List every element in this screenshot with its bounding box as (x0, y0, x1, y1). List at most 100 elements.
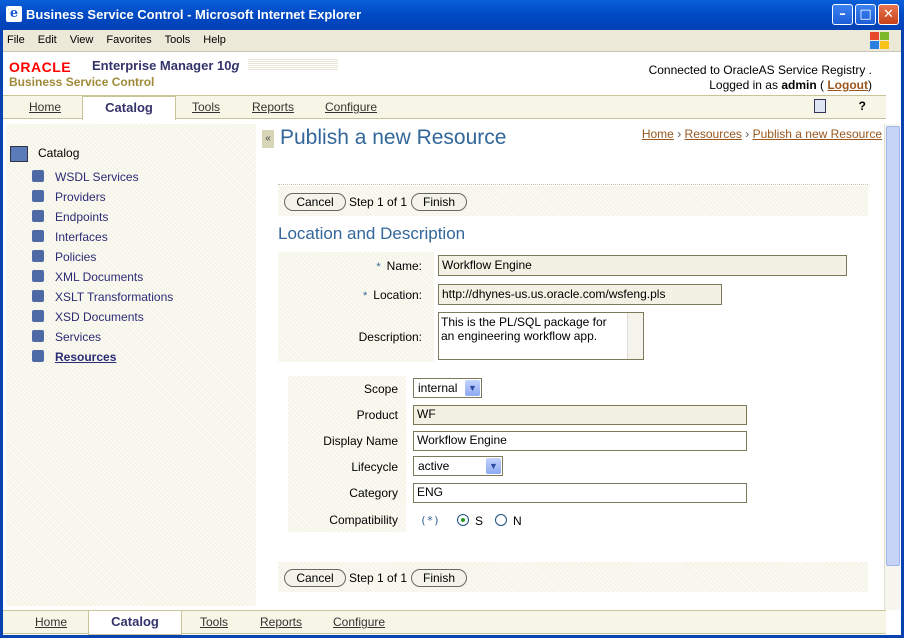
sidebar-item-xslt-transformations[interactable]: XSLT Transformations (32, 290, 173, 304)
bottom-tab-reports[interactable]: Reports (260, 615, 302, 629)
close-button[interactable]: ✕ (878, 4, 899, 25)
name-field[interactable]: Workflow Engine (438, 255, 847, 276)
bottom-tab-configure[interactable]: Configure (333, 615, 385, 629)
app-header: ORACLE Enterprise Manager 10g Business S… (2, 53, 886, 93)
bottom-tab-catalog[interactable]: Catalog (88, 611, 182, 635)
ie-icon: e (6, 6, 22, 22)
menu-help[interactable]: Help (196, 30, 232, 46)
compatibility-s-label: S (475, 514, 484, 528)
location-field[interactable]: http://dhynes-us.us.oracle.com/wsfeng.pl… (438, 284, 722, 305)
sidebar-item-interfaces[interactable]: Interfaces (32, 230, 108, 244)
sidebar-item-wsdl-services[interactable]: WSDL Services (32, 170, 139, 184)
preferences-icon[interactable] (814, 99, 826, 113)
display-name-field[interactable]: Workflow Engine (413, 431, 747, 451)
breadcrumb-home[interactable]: Home (642, 127, 674, 141)
description-textarea[interactable]: This is the PL/SQL package for an engine… (438, 312, 644, 360)
label-panel-attributes (288, 376, 406, 532)
chevron-down-icon: ▼ (465, 380, 480, 396)
sidebar-item-resources[interactable]: Resources (32, 350, 116, 364)
sidebar-root-catalog[interactable]: Catalog (10, 146, 79, 162)
sidebar-item-policies[interactable]: Policies (32, 250, 96, 264)
lifecycle-select[interactable]: active ▼ (413, 456, 503, 476)
sidebar-item-endpoints[interactable]: Endpoints (32, 210, 108, 224)
window-titlebar: e Business Service Control - Microsoft I… (0, 0, 904, 30)
sidebar-item-xsd-documents[interactable]: XSD Documents (32, 310, 144, 324)
catalog-icon (10, 146, 28, 162)
divider (278, 184, 868, 185)
people-icon (32, 190, 44, 202)
step-bar-top: Cancel Step 1 of 1 Finish (278, 186, 868, 216)
scrollbar-thumb[interactable] (886, 126, 900, 566)
scope-select[interactable]: internal ▼ (413, 378, 482, 398)
product-field[interactable]: WF (413, 405, 747, 425)
gear-icon (32, 170, 44, 182)
help-icon[interactable]: ? (859, 99, 866, 113)
section-heading: Location and Description (278, 224, 466, 243)
logout-link[interactable]: Logout (827, 78, 868, 92)
tab-catalog[interactable]: Catalog (82, 96, 176, 120)
bottom-tab-home[interactable]: Home (35, 615, 67, 629)
xml-document-icon (32, 270, 44, 282)
bottom-tab-tools[interactable]: Tools (200, 615, 228, 629)
top-tab-bar: Home Catalog Tools Reports Configure ? (2, 95, 886, 120)
maximize-button[interactable]: □ (855, 4, 876, 25)
policy-icon (32, 250, 44, 262)
step-indicator-bottom: Step 1 of 1 (349, 571, 408, 585)
compatibility-label: Compatibility (329, 513, 398, 527)
category-field[interactable]: ENG (413, 483, 747, 503)
step-indicator: Step 1 of 1 (349, 195, 408, 209)
resource-icon (32, 350, 44, 362)
main-content: « Publish a new Resource Home › Resource… (262, 124, 882, 608)
page-scrollbar[interactable] (884, 124, 900, 610)
breadcrumb-resources[interactable]: Resources (685, 127, 742, 141)
textarea-scrollbar[interactable] (627, 313, 643, 359)
menu-bar: File Edit View Favorites Tools Help (0, 30, 904, 52)
scope-label: Scope (363, 382, 398, 396)
page-title: Publish a new Resource (280, 126, 507, 149)
collapse-sidebar-button[interactable]: « (262, 130, 274, 148)
menu-favorites[interactable]: Favorites (99, 30, 157, 46)
header-stripes (248, 59, 338, 71)
cancel-button[interactable]: Cancel (284, 193, 346, 211)
tab-reports[interactable]: Reports (252, 100, 294, 114)
category-label: Category (349, 486, 398, 500)
sidebar-item-xml-documents[interactable]: XML Documents (32, 270, 143, 284)
cancel-button-bottom[interactable]: Cancel (284, 569, 346, 587)
required-marker: (*) (420, 514, 440, 527)
logged-in-status: Logged in as admin ( Logout) (709, 78, 872, 92)
xsd-document-icon (32, 310, 44, 322)
bottom-tab-bar: Home Catalog Tools Reports Configure (2, 610, 886, 635)
step-bar-bottom: Cancel Step 1 of 1 Finish (278, 562, 868, 592)
chevron-down-icon: ▼ (486, 458, 501, 474)
finish-button[interactable]: Finish (411, 193, 467, 211)
connection-status: Connected to OracleAS Service Registry . (648, 63, 872, 77)
required-icon: * (376, 261, 381, 273)
menu-view[interactable]: View (63, 30, 100, 46)
gear-icon (32, 330, 44, 342)
tab-home[interactable]: Home (29, 100, 61, 114)
menu-file[interactable]: File (0, 30, 31, 46)
finish-button-bottom[interactable]: Finish (411, 569, 467, 587)
description-label: Description: (358, 330, 422, 344)
compatibility-n-radio[interactable] (495, 514, 507, 526)
required-icon: * (363, 290, 368, 302)
display-name-label: Display Name (323, 434, 398, 448)
tab-tools[interactable]: Tools (192, 100, 220, 114)
sidebar-item-services[interactable]: Services (32, 330, 101, 344)
xslt-icon (32, 290, 44, 302)
product-label: Product (356, 408, 398, 422)
sidebar-item-providers[interactable]: Providers (32, 190, 106, 204)
minimize-button[interactable]: – (832, 4, 853, 25)
menu-tools[interactable]: Tools (158, 30, 197, 46)
menu-edit[interactable]: Edit (31, 30, 63, 46)
breadcrumb-publish[interactable]: Publish a new Resource (753, 127, 882, 141)
tab-configure[interactable]: Configure (325, 100, 377, 114)
interface-icon (32, 230, 44, 242)
oracle-logo: ORACLE (9, 59, 72, 75)
name-label: * Name: (376, 259, 422, 273)
window-title: Business Service Control - Microsoft Int… (26, 7, 362, 22)
endpoint-icon (32, 210, 44, 222)
breadcrumb: Home › Resources › Publish a new Resourc… (641, 127, 882, 141)
compatibility-s-radio[interactable] (457, 514, 469, 526)
app-name: Business Service Control (9, 75, 155, 89)
